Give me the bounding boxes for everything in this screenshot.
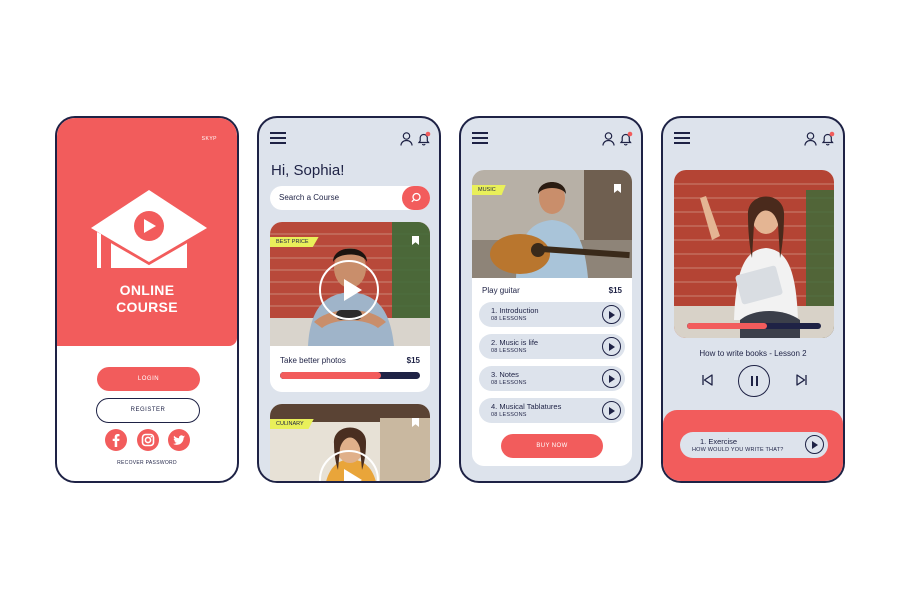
lesson-item[interactable]: 4. Musical Tablatures 08 LESSONS — [479, 398, 625, 423]
search-button[interactable] — [402, 186, 430, 210]
greeting-title: Hi, Sophia! — [271, 162, 345, 179]
video-progress-fill — [687, 323, 768, 329]
lesson-title: 4. Musical Tablatures — [491, 402, 562, 411]
bell-notification-icon[interactable] — [619, 131, 633, 146]
brand-line-1: ONLINE — [119, 282, 175, 298]
video-photo-writer — [674, 170, 834, 338]
lesson-title: 2. Music is life — [491, 338, 539, 347]
play-icon[interactable] — [805, 435, 824, 454]
skip-back-icon[interactable] — [701, 374, 713, 386]
facebook-icon — [112, 434, 120, 447]
lesson-title: How to write books - Lesson 2 — [699, 349, 807, 358]
skip-forward-icon[interactable] — [796, 374, 808, 386]
play-icon[interactable] — [319, 260, 379, 320]
user-icon[interactable] — [804, 132, 817, 146]
play-icon[interactable] — [602, 337, 621, 356]
exercise-title: 1. Exercise — [700, 437, 738, 446]
welcome-screen: SKYP ONLINE COURSE LOGIN REGISTER RECOVE… — [55, 116, 239, 483]
twitter-icon — [173, 435, 185, 445]
register-button[interactable]: REGISTER — [96, 398, 200, 423]
course-title: Play guitar — [482, 286, 520, 295]
lesson-item[interactable]: 2. Music is life 08 LESSONS — [479, 334, 625, 359]
user-icon[interactable] — [602, 132, 615, 146]
twitter-button[interactable] — [168, 429, 190, 451]
music-tag: MUSIC — [472, 185, 506, 195]
lesson-item[interactable]: 1. Introduction 08 LESSONS — [479, 302, 625, 327]
lesson-count: 08 LESSONS — [491, 316, 527, 322]
bell-notification-icon[interactable] — [821, 131, 835, 146]
home-screen: Hi, Sophia! Search a Course BEST PRICE T… — [257, 116, 441, 483]
graduation-cap-play-logo — [91, 190, 207, 268]
lesson-count: 08 LESSONS — [491, 412, 527, 418]
play-icon[interactable] — [602, 401, 621, 420]
lesson-title: 1. Introduction — [491, 306, 539, 315]
course-price: $15 — [406, 356, 420, 365]
menu-icon[interactable] — [270, 132, 286, 144]
course-card-photos[interactable]: BEST PRICE Take better photos $15 — [270, 222, 430, 392]
welcome-hero: SKYP ONLINE COURSE — [57, 118, 237, 346]
lesson-title: 3. Notes — [491, 370, 519, 379]
search-icon — [411, 192, 421, 203]
play-icon[interactable] — [602, 305, 621, 324]
menu-icon[interactable] — [472, 132, 488, 144]
course-progress-fill — [280, 372, 381, 379]
lesson-player-screen: How to write books - Lesson 2 1. Exercis… — [661, 116, 845, 483]
buy-now-button[interactable]: BUY NOW — [501, 434, 603, 458]
facebook-button[interactable] — [105, 429, 127, 451]
instagram-button[interactable] — [137, 429, 159, 451]
lesson-item[interactable]: 3. Notes 08 LESSONS — [479, 366, 625, 391]
pause-button[interactable] — [738, 365, 770, 397]
best-price-tag: BEST PRICE — [270, 237, 319, 247]
lesson-count: 08 LESSONS — [491, 348, 527, 354]
bell-notification-icon[interactable] — [417, 131, 431, 146]
user-icon[interactable] — [400, 132, 413, 146]
play-icon[interactable] — [602, 369, 621, 388]
recover-password-link[interactable]: RECOVER PASSWORD — [57, 460, 237, 466]
culinary-tag: CULINARY — [270, 419, 314, 429]
lesson-count: 08 LESSONS — [491, 380, 527, 386]
exercise-subtitle: HOW WOULD YOU WRITE THAT? — [692, 447, 784, 453]
course-detail-screen: MUSIC Play guitar $15 1. Introduction 08… — [459, 116, 643, 483]
exercise-item[interactable]: 1. Exercise HOW WOULD YOU WRITE THAT? — [680, 432, 828, 458]
skip-link[interactable]: SKYP — [202, 136, 217, 142]
video-card[interactable] — [674, 170, 834, 338]
course-progress-bar — [280, 372, 420, 379]
brand-line-2: COURSE — [116, 299, 178, 315]
login-button[interactable]: LOGIN — [97, 367, 200, 391]
course-price: $15 — [608, 286, 622, 295]
course-card-culinary[interactable]: CULINARY — [270, 404, 430, 481]
video-progress-bar[interactable] — [687, 323, 821, 329]
instagram-icon — [141, 433, 155, 447]
app-brand: ONLINE COURSE — [57, 282, 237, 316]
course-title: Take better photos — [280, 356, 346, 365]
menu-icon[interactable] — [674, 132, 690, 144]
